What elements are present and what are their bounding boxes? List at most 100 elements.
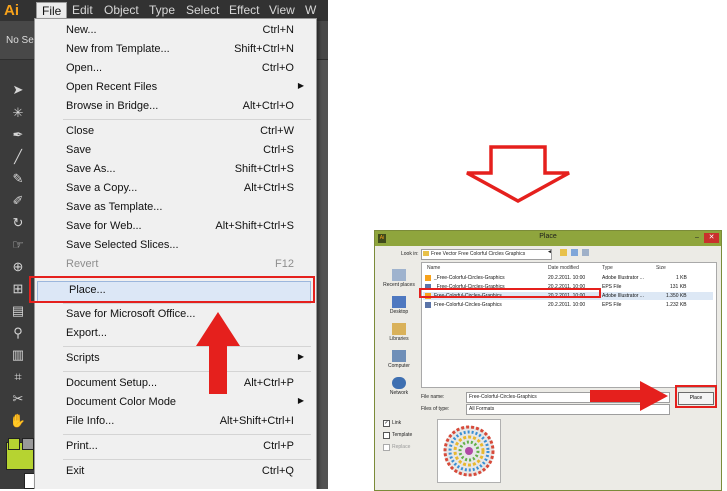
back-icon[interactable]: ◄ xyxy=(547,249,552,255)
color-mode-swatch[interactable] xyxy=(8,438,20,450)
gradient-mode-swatch[interactable] xyxy=(22,438,34,450)
eyedropper-icon[interactable]: ⚲ xyxy=(9,325,27,341)
place-recent[interactable]: Recent places xyxy=(380,282,418,288)
menu-effect[interactable]: Effect xyxy=(224,2,264,19)
menu-item-label: Save xyxy=(66,144,92,156)
folder-icon xyxy=(423,251,429,256)
menu-item-scripts[interactable]: Scripts ▶ xyxy=(35,350,316,369)
gradient-tool-icon[interactable]: ▤ xyxy=(9,303,27,319)
magic-wand-icon[interactable]: ✳ xyxy=(9,105,27,121)
menu-item-label: New... xyxy=(66,24,97,36)
view-menu-icon[interactable] xyxy=(582,249,589,256)
place-network[interactable]: Network xyxy=(380,390,418,396)
menu-select[interactable]: Select xyxy=(181,2,224,19)
menu-item-new[interactable]: New... Ctrl+N xyxy=(35,22,316,41)
up-folder-icon[interactable] xyxy=(560,249,567,256)
new-folder-icon[interactable] xyxy=(571,249,578,256)
menu-item-save-template[interactable]: Save as Template... xyxy=(35,199,316,218)
pen-tool-icon[interactable]: ✒ xyxy=(9,127,27,143)
menu-item-save-copy[interactable]: Save a Copy... Alt+Ctrl+S xyxy=(35,180,316,199)
hand-tool-icon[interactable]: ✋ xyxy=(9,413,27,429)
menu-item-label: Browse in Bridge... xyxy=(66,100,159,112)
menu-item-open[interactable]: Open... Ctrl+O xyxy=(35,60,316,79)
menu-item-browse-bridge[interactable]: Browse in Bridge... Alt+Ctrl+O xyxy=(35,98,316,117)
menu-item-label: Revert xyxy=(66,258,99,270)
close-icon[interactable]: ✕ xyxy=(704,233,719,243)
menu-item-save-office[interactable]: Save for Microsoft Office... xyxy=(35,306,316,325)
column-header-type[interactable]: Type xyxy=(602,265,613,271)
link-option[interactable]: ✓ Link xyxy=(383,420,443,428)
replace-option[interactable]: Replace xyxy=(383,444,443,452)
file-type: EPS File xyxy=(602,302,622,308)
column-header-date[interactable]: Date modified xyxy=(548,265,579,271)
menu-item-label: Document Color Mode xyxy=(66,396,177,408)
menu-item-shortcut: Shift+Ctrl+N xyxy=(234,43,294,55)
file-size: 131 KB xyxy=(670,284,687,290)
column-header-size[interactable]: Size xyxy=(656,265,666,271)
menu-item-shortcut: Alt+Ctrl+P xyxy=(243,377,294,389)
menu-item-new-from-template[interactable]: New from Template... Shift+Ctrl+N xyxy=(35,41,316,60)
file-row[interactable]: _Free-Colorful-Circles-Graphics 20.2.201… xyxy=(423,274,713,282)
file-name-label: File name: xyxy=(421,394,445,400)
shape-builder-icon[interactable]: ⊕ xyxy=(9,259,27,275)
menu-item-save-web[interactable]: Save for Web... Alt+Shift+Ctrl+S xyxy=(35,218,316,237)
menu-item-save-as[interactable]: Save As... Shift+Ctrl+S xyxy=(35,161,316,180)
menu-item-close[interactable]: Close Ctrl+W xyxy=(35,123,316,142)
artboard-tool-icon[interactable]: ⌗ xyxy=(9,369,27,385)
menu-item-open-recent[interactable]: Open Recent Files ▶ xyxy=(35,79,316,98)
menu-item-color-mode[interactable]: Document Color Mode ▶ xyxy=(35,394,316,413)
recent-places-icon xyxy=(392,269,406,281)
mesh-tool-icon[interactable]: ⊞ xyxy=(9,281,27,297)
place-dialog: Ai Place – ✕ Look in: Free Vector Free C… xyxy=(374,230,722,491)
menu-item-label: Save for Web... xyxy=(66,220,142,232)
menu-separator xyxy=(63,434,311,435)
menu-window[interactable]: W xyxy=(300,2,321,19)
look-in-select[interactable]: Free Vector Free Colorful Circles Graphi… xyxy=(421,249,552,260)
template-option[interactable]: Template xyxy=(383,432,443,440)
menu-item-file-info[interactable]: File Info... Alt+Shift+Ctrl+I xyxy=(35,413,316,432)
menu-separator xyxy=(63,459,311,460)
place-computer[interactable]: Computer xyxy=(380,363,418,369)
place-desktop[interactable]: Desktop xyxy=(380,309,418,315)
replace-checkbox[interactable] xyxy=(383,444,390,451)
blob-brush-icon[interactable]: ✐ xyxy=(9,193,27,209)
menu-item-label: Scripts xyxy=(66,352,100,364)
menu-item-shortcut: Alt+Ctrl+S xyxy=(243,182,294,194)
link-checkbox[interactable]: ✓ xyxy=(383,420,390,427)
menu-item-label: Save for Microsoft Office... xyxy=(66,308,196,320)
eps-file-icon xyxy=(425,302,431,308)
file-row[interactable]: Free-Colorful-Circles-Graphics 20.2.2011… xyxy=(423,301,713,309)
menu-item-label: Export... xyxy=(66,327,107,339)
menu-view[interactable]: View xyxy=(264,2,300,19)
menu-item-shortcut: Ctrl+N xyxy=(262,24,294,36)
menu-object[interactable]: Object xyxy=(99,2,144,19)
minimize-icon[interactable]: – xyxy=(691,233,703,243)
place-libraries[interactable]: Libraries xyxy=(380,336,418,342)
line-tool-icon[interactable]: ╱ xyxy=(9,149,27,165)
menu-type[interactable]: Type xyxy=(144,2,180,19)
menu-item-save[interactable]: Save Ctrl+S xyxy=(35,142,316,161)
menu-item-revert[interactable]: Revert F12 xyxy=(35,256,316,275)
slice-tool-icon[interactable]: ✂ xyxy=(9,391,27,407)
menu-item-save-slices[interactable]: Save Selected Slices... xyxy=(35,237,316,256)
warp-tool-icon[interactable]: ☞ xyxy=(9,237,27,253)
dialog-title: Place xyxy=(539,233,557,240)
selected-file-highlight xyxy=(419,288,601,298)
menu-item-exit[interactable]: Exit Ctrl+Q xyxy=(35,463,316,482)
menu-edit[interactable]: Edit xyxy=(67,2,98,19)
libraries-icon xyxy=(392,323,406,335)
menu-item-export[interactable]: Export... xyxy=(35,325,316,344)
menu-item-document-setup[interactable]: Document Setup... Alt+Ctrl+P xyxy=(35,375,316,394)
submenu-arrow-icon: ▶ xyxy=(297,81,304,90)
template-checkbox[interactable] xyxy=(383,432,390,439)
files-of-type-label: Files of type: xyxy=(421,406,450,412)
down-arrow-icon xyxy=(466,145,570,203)
red-up-arrow-icon xyxy=(196,312,240,394)
graph-tool-icon[interactable]: ▥ xyxy=(9,347,27,363)
rotate-tool-icon[interactable]: ↻ xyxy=(9,215,27,231)
column-header-name[interactable]: Name xyxy=(427,265,440,271)
selection-tool-icon[interactable]: ➤ xyxy=(9,82,27,98)
paintbrush-icon[interactable]: ✎ xyxy=(9,171,27,187)
menu-item-print[interactable]: Print... Ctrl+P xyxy=(35,438,316,457)
tools-panel: ➤ ✳ ✒ ╱ ✎ ✐ ↻ ☞ ⊕ ⊞ ▤ ⚲ ▥ ⌗ ✂ ✋ xyxy=(0,60,36,489)
